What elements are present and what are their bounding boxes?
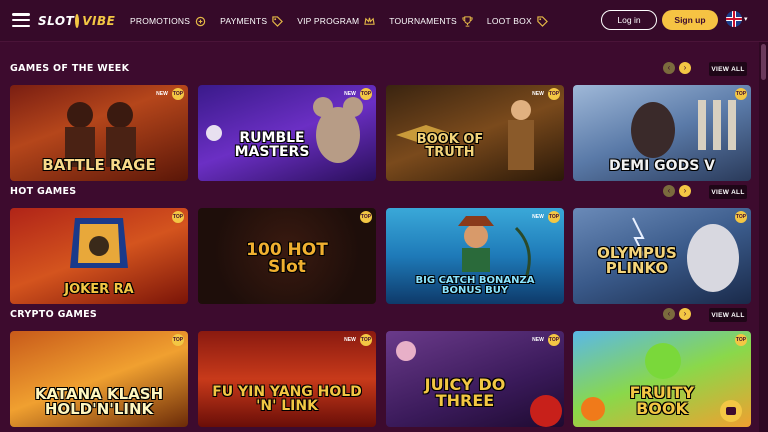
badge-new: NEW (532, 91, 544, 97)
view-all-button[interactable]: VIEW ALL (709, 185, 747, 199)
logo-mascot-icon (75, 14, 80, 28)
carousel-prev-button[interactable]: ‹ (663, 308, 675, 320)
nav-label: VIP PROGRAM (297, 16, 360, 26)
view-all-button[interactable]: VIEW ALL (709, 308, 747, 322)
badge-top: TOP (360, 211, 372, 223)
game-title: BATTLE RAGE (42, 156, 156, 174)
nav-payments[interactable]: PAYMENTS (220, 15, 284, 27)
section-title-hot-games: HOT GAMES (10, 186, 77, 197)
badge-top: TOP (735, 211, 747, 223)
game-card-katana-klash[interactable]: KATANA KLASH HOLD'N'LINK TOP (10, 331, 188, 427)
carousel-prev-button[interactable]: ‹ (663, 62, 675, 74)
game-card-100-hot-slot[interactable]: 100 HOT Slot TOP (198, 208, 376, 304)
page-scrollbar[interactable] (759, 42, 768, 432)
game-card-olympus-plinko[interactable]: OLYMPUS PLINKO TOP (573, 208, 751, 304)
badge-top: TOP (172, 88, 184, 100)
game-title: FU YIN YANG HOLD 'N' LINK (212, 384, 362, 414)
trophy-icon (462, 15, 473, 27)
nav-label: PROMOTIONS (130, 16, 191, 26)
badge-new: NEW (156, 91, 168, 97)
nav-label: LOOT BOX (486, 16, 532, 26)
game-title: OLYMPUS PLINKO (597, 244, 677, 277)
language-selector[interactable]: ▾ (726, 11, 748, 27)
nav-loot-box[interactable]: LOOT BOX (486, 15, 548, 27)
badge-top: TOP (548, 334, 560, 346)
badge-top: TOP (735, 334, 747, 346)
game-card-book-of-truth[interactable]: BOOK OF TRUTH NEW TOP (386, 85, 564, 181)
chat-support-icon[interactable] (720, 400, 742, 422)
uk-flag-icon (726, 11, 742, 27)
view-all-button[interactable]: VIEW ALL (709, 62, 747, 76)
carousel-prev-button[interactable]: ‹ (663, 185, 675, 197)
nav-label: PAYMENTS (220, 16, 268, 26)
badge-new: NEW (532, 214, 544, 220)
game-title: JUICY DO THREE (424, 375, 506, 410)
badge-top: TOP (172, 334, 184, 346)
badge-top: TOP (548, 211, 560, 223)
badge-new: NEW (344, 91, 356, 97)
game-title: KATANA KLASH HOLD'N'LINK (34, 385, 164, 418)
logo-text-vibe: VIBE (82, 14, 116, 28)
badge-top: TOP (735, 88, 747, 100)
carousel-next-button[interactable]: › (679, 62, 691, 74)
section-title-crypto-games: CRYPTO GAMES (10, 309, 98, 320)
nav-label: TOURNAMENTS (389, 16, 457, 26)
scrollbar-thumb[interactable] (761, 44, 766, 80)
top-header: SLOT VIBE PROMOTIONS PAYMENTS VIP PROGRA… (0, 0, 768, 42)
game-card-big-catch-bonanza[interactable]: BIG CATCH BONANZA BONUS BUY NEW TOP (386, 208, 564, 304)
game-card-fu-yin-yang[interactable]: FU YIN YANG HOLD 'N' LINK NEW TOP (198, 331, 376, 427)
badge-new: NEW (532, 337, 544, 343)
tag-icon (272, 15, 284, 27)
game-card-juicy-do-three[interactable]: JUICY DO THREE NEW TOP (386, 331, 564, 427)
hamburger-menu-icon[interactable] (12, 13, 30, 27)
nav-vip-program[interactable]: VIP PROGRAM (297, 16, 375, 27)
crown-icon (364, 17, 375, 25)
tag-icon (537, 15, 548, 27)
game-card-demi-gods-v[interactable]: DEMI GODS V TOP (573, 85, 751, 181)
badge-top: TOP (172, 211, 184, 223)
game-card-rumble-masters[interactable]: RUMBLE MASTERS NEW TOP (198, 85, 376, 181)
chevron-down-icon: ▾ (744, 16, 748, 23)
game-title: JOKER RA (64, 282, 134, 297)
game-card-battle-rage[interactable]: BATTLE RAGE NEW TOP (10, 85, 188, 181)
carousel-next-button[interactable]: › (679, 308, 691, 320)
badge-top: TOP (548, 88, 560, 100)
logo-text-slot: SLOT (38, 14, 75, 28)
nav-tournaments[interactable]: TOURNAMENTS (389, 15, 473, 27)
site-logo[interactable]: SLOT VIBE (38, 9, 115, 33)
signup-button[interactable]: Sign up (662, 10, 718, 30)
promotions-icon (195, 16, 206, 26)
badge-top: TOP (360, 88, 372, 100)
game-card-joker-ra[interactable]: JOKER RA TOP (10, 208, 188, 304)
main-nav: PROMOTIONS PAYMENTS VIP PROGRAM TOURNAME… (130, 0, 548, 42)
game-title: FRUITY BOOK (629, 383, 695, 418)
game-title: RUMBLE MASTERS (234, 130, 310, 160)
section-title-games-of-the-week: GAMES OF THE WEEK (10, 63, 130, 74)
game-title: BOOK OF TRUTH (416, 132, 484, 160)
badge-top: TOP (360, 334, 372, 346)
login-button[interactable]: Log in (601, 10, 657, 30)
badge-new: NEW (344, 337, 356, 343)
game-title: 100 HOT Slot (246, 240, 328, 277)
carousel-next-button[interactable]: › (679, 185, 691, 197)
game-title: BIG CATCH BONANZA BONUS BUY (415, 275, 535, 296)
nav-promotions[interactable]: PROMOTIONS (130, 16, 206, 27)
game-title: DEMI GODS V (608, 158, 715, 174)
